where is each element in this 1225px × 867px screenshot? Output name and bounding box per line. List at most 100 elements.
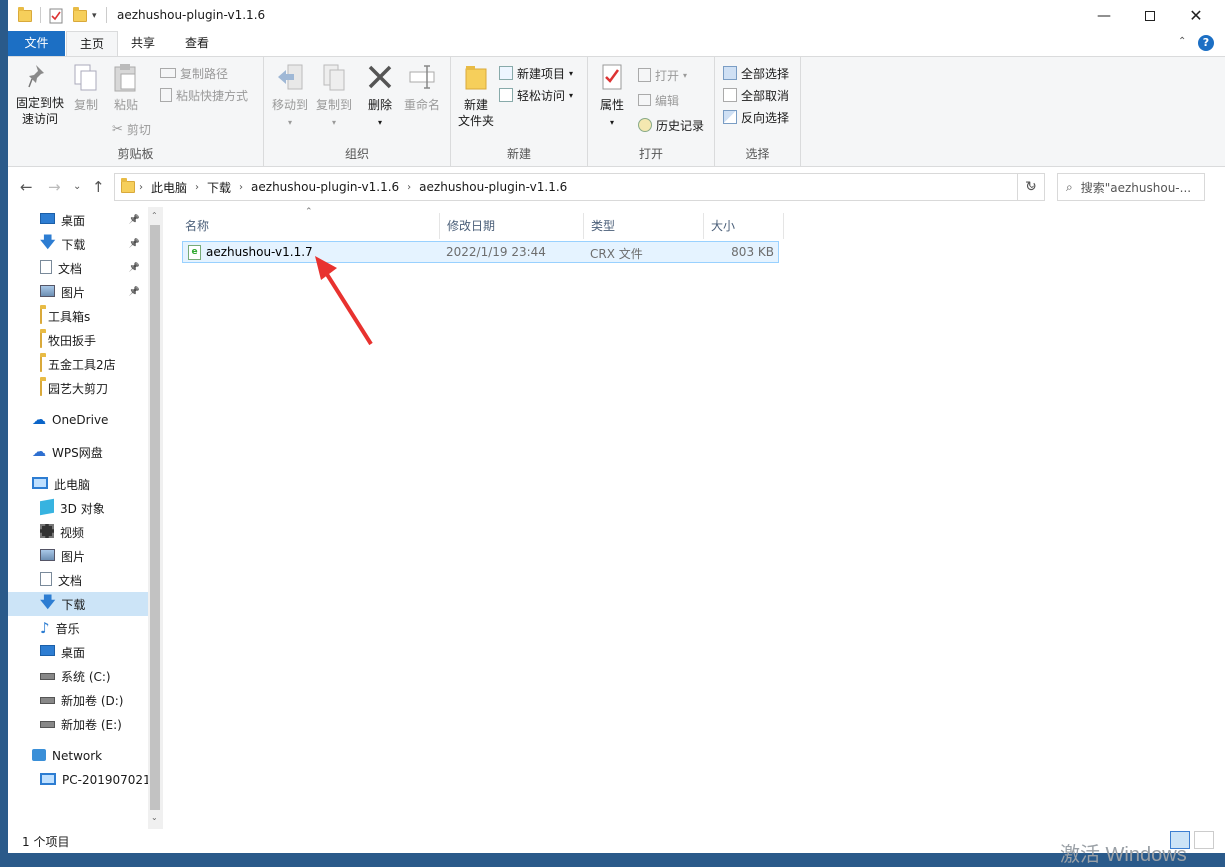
pin-icon[interactable]: 📌: [129, 239, 140, 249]
tab-home[interactable]: 主页: [66, 31, 118, 56]
search-icon: ⌕: [1066, 179, 1073, 194]
pin-icon[interactable]: 📌: [129, 287, 140, 297]
address-bar[interactable]: › 此电脑 › 下载 › aezhushou-plugin-v1.1.6 › a…: [114, 173, 1045, 201]
address-row: ← → ⌄ ↑ › 此电脑 › 下载 › aezhushou-plugin-v1…: [8, 167, 1225, 207]
pin-quick-access-button[interactable]: 固定到快 速访问: [14, 63, 66, 127]
quick-access-item[interactable]: 文档 📌: [8, 256, 148, 280]
paste-shortcut-button[interactable]: 粘贴快捷方式: [160, 85, 248, 105]
tab-share[interactable]: 共享: [120, 31, 166, 56]
column-header-size[interactable]: 大小: [704, 213, 784, 239]
wps-cloud-icon: ☁: [32, 444, 46, 460]
copy-button[interactable]: 复制: [70, 63, 102, 113]
drive-icon: [40, 717, 55, 731]
column-header-type[interactable]: 类型: [584, 213, 704, 239]
this-pc-item[interactable]: 🡇 下载: [8, 592, 148, 616]
this-pc-item[interactable]: 系统 (C:): [8, 664, 148, 688]
this-pc-item[interactable]: 视频: [8, 520, 148, 544]
tab-file[interactable]: 文件: [8, 31, 65, 56]
move-to-button[interactable]: 移动到 ▾: [268, 63, 312, 131]
open-icon: [638, 68, 651, 82]
nav-item-label: 桌面: [61, 645, 86, 660]
edit-icon: [638, 94, 651, 106]
new-item-icon: [499, 66, 513, 80]
nav-item-label: OneDrive: [52, 413, 109, 427]
column-header-date[interactable]: 修改日期: [440, 213, 584, 239]
quick-access-item[interactable]: 五金工具2店: [8, 352, 148, 376]
this-pc-item[interactable]: ♪ 音乐: [8, 616, 148, 640]
new-folder-button[interactable]: 新建 文件夹: [455, 63, 497, 129]
history-icon: [638, 118, 652, 132]
forward-button[interactable]: →: [48, 178, 61, 196]
open-button[interactable]: 打开 ▾: [638, 65, 687, 85]
tab-view[interactable]: 查看: [172, 31, 222, 56]
paste-button[interactable]: 粘贴: [110, 63, 142, 113]
quick-access-item[interactable]: 工具箱s: [8, 304, 148, 328]
collapse-ribbon-icon[interactable]: ⌃: [1178, 36, 1186, 47]
this-pc-item[interactable]: 文档: [8, 568, 148, 592]
nav-this-pc[interactable]: 此电脑: [8, 472, 148, 496]
this-pc-item[interactable]: 3D 对象: [8, 496, 148, 520]
pin-icon[interactable]: 📌: [129, 263, 140, 273]
crx-file-icon: e: [188, 245, 201, 260]
delete-button[interactable]: 删除 ▾: [364, 63, 396, 131]
select-none-button[interactable]: 全部取消: [723, 85, 789, 105]
breadcrumb-item[interactable]: aezhushou-plugin-v1.1.6: [251, 180, 399, 194]
help-button[interactable]: ?: [1198, 35, 1214, 51]
properties-button[interactable]: 属性 ▾: [594, 63, 630, 131]
breadcrumb-item[interactable]: 下载: [207, 179, 231, 196]
this-pc-item[interactable]: 桌面: [8, 640, 148, 664]
network-computer-item[interactable]: PC-20190702171: [8, 768, 163, 792]
copy-path-button[interactable]: 复制路径: [160, 63, 228, 83]
invert-selection-button[interactable]: 反向选择: [723, 107, 789, 127]
nav-network[interactable]: Network: [8, 744, 148, 768]
select-all-button[interactable]: 全部选择: [723, 63, 789, 83]
breadcrumb-item[interactable]: 此电脑: [151, 179, 187, 196]
this-pc-item[interactable]: 新加卷 (D:): [8, 688, 148, 712]
refresh-button[interactable]: ↻: [1017, 173, 1045, 201]
pin-icon[interactable]: 📌: [129, 215, 140, 225]
nav-wps-cloud[interactable]: ☁ WPS网盘: [8, 440, 148, 464]
column-header-name[interactable]: 名称: [178, 213, 440, 239]
folder-icon: [40, 332, 42, 348]
download-icon: 🡇: [40, 592, 56, 611]
this-pc-item[interactable]: 新加卷 (E:): [8, 712, 148, 736]
breadcrumb-item[interactable]: aezhushou-plugin-v1.1.6: [419, 180, 567, 194]
history-button[interactable]: 历史记录: [638, 115, 704, 135]
quick-access-item[interactable]: 桌面 📌: [8, 208, 148, 232]
open-group-label: 打开: [638, 147, 663, 161]
new-folder-quick-icon[interactable]: [73, 6, 87, 26]
maximize-button[interactable]: [1127, 0, 1173, 31]
large-icons-view-button[interactable]: [1194, 831, 1214, 849]
quick-access-item[interactable]: 🡇 下载 📌: [8, 232, 148, 256]
nav-scrollbar[interactable]: ⌃ ⌄: [148, 207, 163, 829]
navigation-pane: 桌面 📌 🡇 下载 📌 文档 📌 图片 📌 工具箱s 牧田扳手 五金工具2店 园艺大剪刀 ☁ OneDriv…: [8, 207, 163, 829]
up-button[interactable]: ↑: [92, 178, 105, 196]
quick-access-item[interactable]: 园艺大剪刀: [8, 376, 148, 400]
nav-item-label: 系统 (C:): [61, 669, 111, 684]
close-button[interactable]: ✕: [1173, 0, 1219, 31]
quick-access-item[interactable]: 牧田扳手: [8, 328, 148, 352]
copy-to-button[interactable]: 复制到 ▾: [312, 63, 356, 131]
new-item-button[interactable]: 新建项目 ▾: [499, 63, 573, 83]
cut-button[interactable]: ✂ 剪切: [112, 119, 151, 139]
file-type: CRX 文件: [590, 247, 643, 261]
table-row[interactable]: e aezhushou-v1.1.7 2022/1/19 23:44 CRX 文…: [182, 241, 779, 263]
back-button[interactable]: ←: [20, 178, 33, 196]
nav-item-label: 音乐: [55, 621, 80, 636]
edit-button[interactable]: 编辑: [638, 90, 679, 110]
this-pc-item[interactable]: 图片: [8, 544, 148, 568]
nav-item-label: 下载: [61, 237, 86, 252]
quick-access-item[interactable]: 图片 📌: [8, 280, 148, 304]
search-box[interactable]: ⌕ 搜索"aezhushou-...: [1057, 173, 1205, 201]
rename-button[interactable]: 重命名: [402, 63, 442, 113]
file-name[interactable]: aezhushou-v1.1.7: [206, 245, 313, 259]
nav-item-label: 新加卷 (D:): [61, 693, 124, 708]
easy-access-button[interactable]: 轻松访问 ▾: [499, 85, 573, 105]
scrollbar-thumb[interactable]: [150, 225, 160, 810]
properties-quick-icon[interactable]: [49, 6, 63, 26]
nav-onedrive[interactable]: ☁ OneDrive: [8, 408, 148, 432]
file-size: 803 KB: [731, 245, 774, 259]
customize-toolbar-icon[interactable]: ▾: [92, 6, 97, 26]
minimize-button[interactable]: —: [1081, 0, 1127, 31]
recent-locations-icon[interactable]: ⌄: [73, 181, 81, 192]
